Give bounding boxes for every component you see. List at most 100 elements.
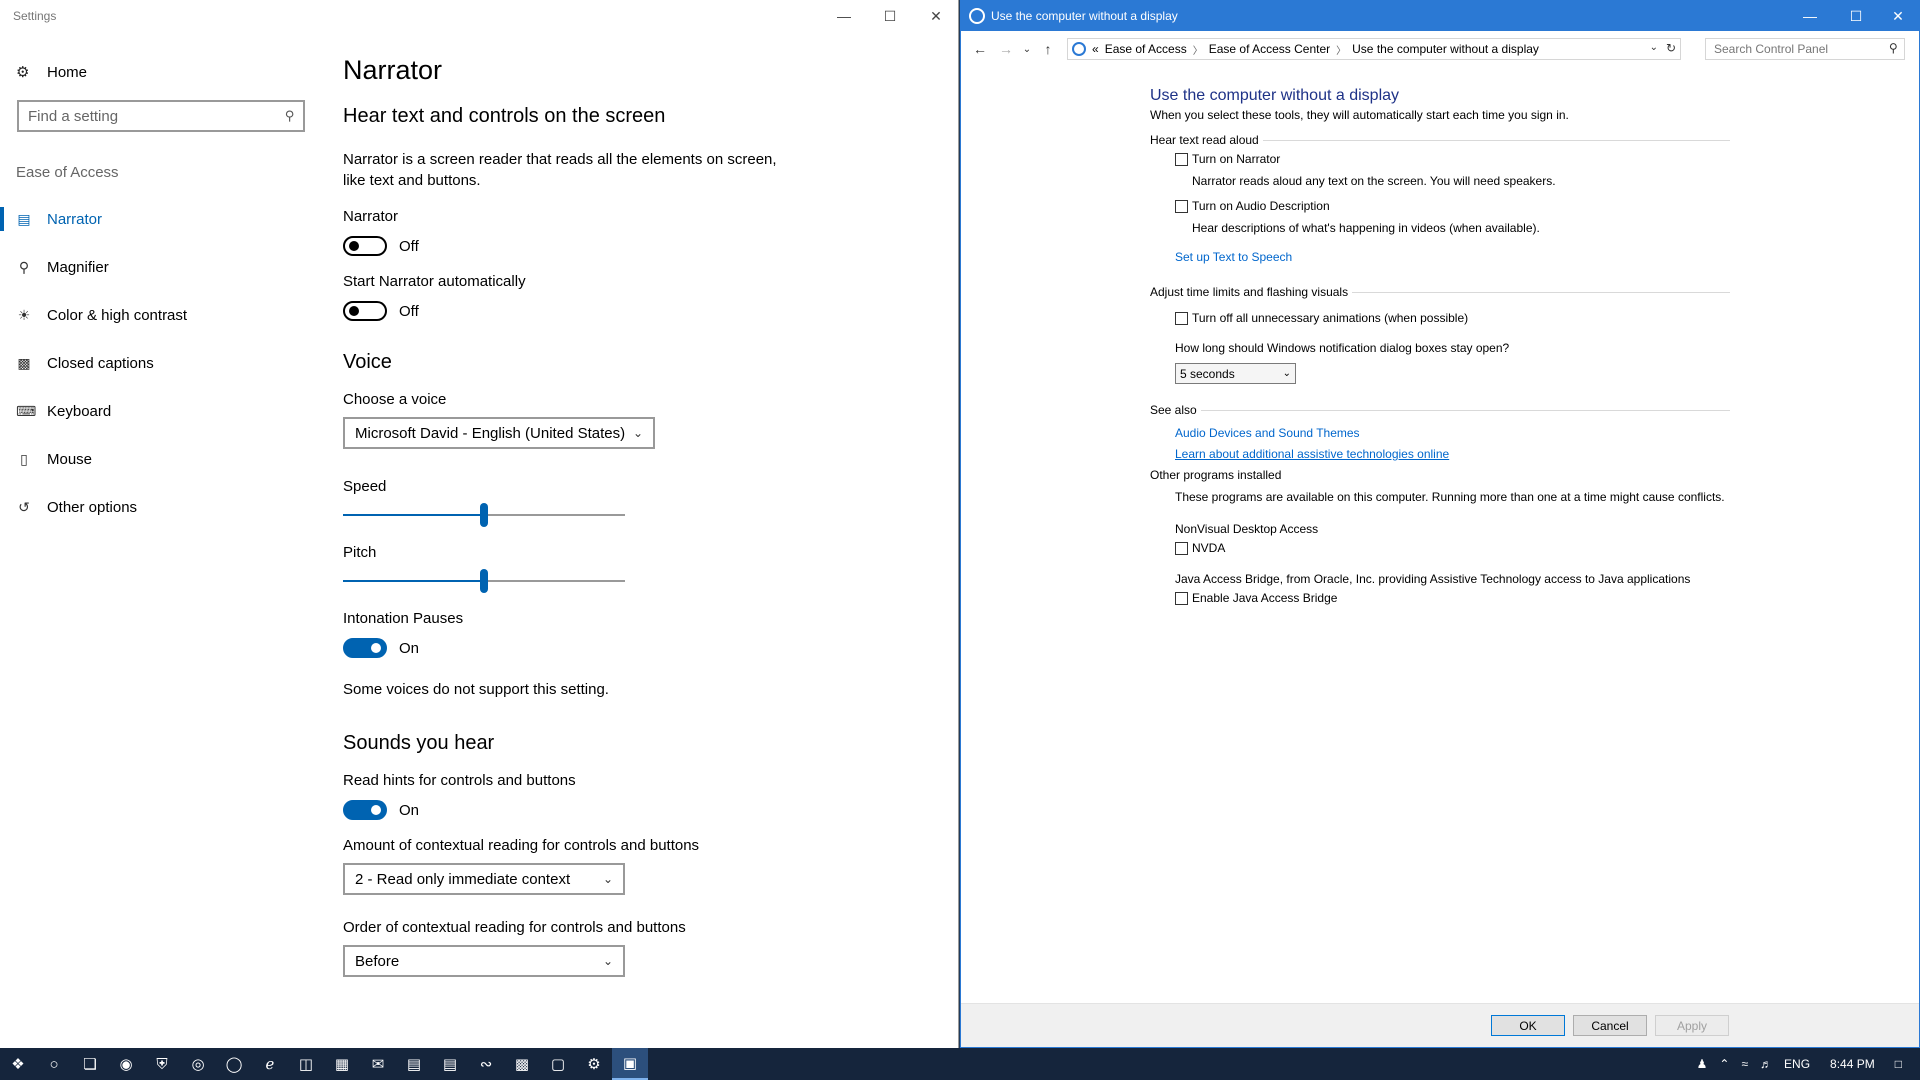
intonation-toggle[interactable] [343, 638, 387, 658]
audio-desc-checkbox-row[interactable]: Turn on Audio Description [1175, 199, 1730, 213]
intonation-label: Intonation Pauses [343, 610, 464, 627]
sidebar-item-magnifier[interactable]: ⚲ Magnifier [0, 243, 320, 291]
refresh-icon[interactable]: ↻ [1666, 41, 1676, 55]
context-order-select[interactable]: Before ⌄ [343, 945, 625, 977]
remote-desktop-icon[interactable]: ▢ [540, 1048, 576, 1080]
breadcrumb-item[interactable]: Ease of Access [1105, 42, 1187, 56]
divider [1200, 409, 1730, 411]
opera-icon[interactable]: ◯ [216, 1048, 252, 1080]
maximize-icon[interactable]: ☐ [1833, 1, 1879, 31]
recent-pages-chevron-icon[interactable]: ⌄ [1019, 44, 1035, 55]
search-control-panel-input[interactable]: Search Control Panel ⚲ [1705, 38, 1905, 60]
file-explorer-icon[interactable]: ◫ [288, 1048, 324, 1080]
forward-arrow-icon[interactable]: → [993, 41, 1019, 57]
slider-thumb[interactable] [480, 503, 488, 527]
audio-desc-checkbox[interactable] [1175, 199, 1188, 213]
narrator-checkbox-label[interactable]: Turn on Narrator [1192, 152, 1280, 166]
breadcrumb-item[interactable]: Ease of Access Center [1209, 42, 1330, 56]
search-placeholder: Search Control Panel [1714, 42, 1829, 56]
audio-desc-checkbox-label[interactable]: Turn on Audio Description [1192, 199, 1330, 213]
sidebar-item-other-options[interactable]: ↺ Other options [0, 483, 320, 531]
ok-button[interactable]: OK [1491, 1015, 1565, 1036]
chevron-right-icon[interactable]: 〉 [1193, 42, 1203, 57]
notification-duration-select[interactable]: 5 seconds ⌄ [1175, 363, 1296, 384]
language-indicator[interactable]: ENG [1778, 1057, 1816, 1071]
audio-devices-link[interactable]: Audio Devices and Sound Themes [1175, 426, 1730, 440]
network-tool-icon[interactable]: ▩ [504, 1048, 540, 1080]
sidebar-item-narrator[interactable]: ▤ Narrator [0, 195, 320, 243]
document-icon[interactable]: ▤ [432, 1048, 468, 1080]
animations-checkbox-label[interactable]: Turn off all unnecessary animations (whe… [1192, 311, 1468, 325]
minimize-icon[interactable]: — [1787, 1, 1833, 31]
context-amount-select[interactable]: 2 - Read only immediate context ⌄ [343, 863, 625, 895]
cancel-button[interactable]: Cancel [1573, 1015, 1647, 1036]
narrator-desc: Narrator reads aloud any text on the scr… [1192, 174, 1556, 188]
sidebar-item-color-high-contrast[interactable]: ☀ Color & high contrast [0, 291, 320, 339]
voice-select[interactable]: Microsoft David - English (United States… [343, 417, 655, 449]
wifi-icon[interactable]: ≈ [1735, 1057, 1754, 1071]
nvda-checkbox-label[interactable]: NVDA [1192, 541, 1225, 555]
settings-gear-icon[interactable]: ⚙ [576, 1048, 612, 1080]
people-icon[interactable]: ♟ [1691, 1057, 1714, 1071]
sidebar-item-mouse[interactable]: ▯ Mouse [0, 435, 320, 483]
read-hints-toggle[interactable] [343, 800, 387, 820]
notepad-icon[interactable]: ▤ [396, 1048, 432, 1080]
cortana-icon[interactable]: ○ [36, 1048, 72, 1080]
chevron-right-icon[interactable]: 〉 [1336, 42, 1346, 57]
task-view-icon[interactable]: ❏ [72, 1048, 108, 1080]
java-checkbox-row[interactable]: Enable Java Access Bridge [1175, 591, 1730, 605]
slider-thumb[interactable] [480, 569, 488, 593]
nav-home[interactable]: ⚙ Home [0, 50, 320, 94]
chrome-canary-icon[interactable]: ◉ [108, 1048, 144, 1080]
java-checkbox-label[interactable]: Enable Java Access Bridge [1192, 591, 1337, 605]
speed-label: Speed [343, 478, 387, 495]
action-center-icon[interactable]: □ [1889, 1057, 1920, 1071]
edge-icon[interactable]: ℯ [252, 1048, 288, 1080]
nav-section-title: Ease of Access [16, 164, 119, 181]
settings-titlebar: Settings — ☐ ✕ [0, 0, 958, 32]
sidebar-item-closed-captions[interactable]: ▩ Closed captions [0, 339, 320, 387]
clock[interactable]: 8:44 PM [1816, 1057, 1889, 1071]
narrator-toggle[interactable] [343, 236, 387, 256]
narrator-checkbox-row[interactable]: Turn on Narrator [1175, 152, 1730, 166]
chevron-up-icon[interactable]: ⌃ [1713, 1057, 1735, 1071]
chrome-icon[interactable]: ◎ [180, 1048, 216, 1080]
minimize-icon[interactable]: — [821, 0, 867, 32]
assistive-tech-link[interactable]: Learn about additional assistive technol… [1175, 447, 1730, 461]
narrator-checkbox[interactable] [1175, 152, 1188, 166]
search-icon[interactable]: ⚲ [285, 108, 295, 124]
volume-icon[interactable]: ♬ [1754, 1057, 1778, 1071]
nvda-checkbox[interactable] [1175, 541, 1188, 555]
store-icon[interactable]: ▦ [324, 1048, 360, 1080]
close-icon[interactable]: ✕ [1875, 1, 1920, 31]
java-checkbox[interactable] [1175, 591, 1188, 605]
up-arrow-icon[interactable]: ↑ [1035, 41, 1061, 57]
back-arrow-icon[interactable]: ← [967, 41, 993, 57]
close-icon[interactable]: ✕ [913, 0, 959, 32]
tts-link[interactable]: Set up Text to Speech [1175, 250, 1730, 264]
sidebar-item-keyboard[interactable]: ⌨ Keyboard [0, 387, 320, 435]
pitch-slider[interactable] [343, 569, 625, 593]
mail-icon[interactable]: ✉ [360, 1048, 396, 1080]
system-tray: ♟ ⌃ ≈ ♬ ENG 8:44 PM □ [1691, 1048, 1920, 1080]
apply-button[interactable]: Apply [1655, 1015, 1729, 1036]
find-setting-input[interactable]: Find a setting ⚲ [17, 100, 305, 132]
control-panel-taskbar-icon[interactable]: ▣ [612, 1048, 648, 1080]
speed-slider[interactable] [343, 503, 625, 527]
mouse-icon: ▯ [20, 450, 28, 467]
animations-checkbox[interactable] [1175, 311, 1188, 325]
rss-icon[interactable]: ∾ [468, 1048, 504, 1080]
search-icon[interactable]: ⚲ [1889, 41, 1898, 55]
gear-icon: ⚙ [16, 64, 30, 81]
autostart-toggle[interactable] [343, 301, 387, 321]
chevron-down-icon[interactable]: ⌄ [1650, 42, 1658, 53]
animations-checkbox-row[interactable]: Turn off all unnecessary animations (whe… [1175, 311, 1730, 325]
breadcrumb[interactable]: « Ease of Access 〉 Ease of Access Center… [1067, 38, 1681, 60]
maximize-icon[interactable]: ☐ [867, 0, 913, 32]
nvda-checkbox-row[interactable]: NVDA [1175, 541, 1730, 555]
cp-footer: OK Cancel Apply [961, 1003, 1919, 1047]
defender-shield-icon[interactable]: ⛨ [144, 1048, 180, 1080]
breadcrumb-item[interactable]: Use the computer without a display [1352, 42, 1539, 56]
windows-start-icon[interactable]: ❖ [0, 1048, 36, 1080]
narrator-icon: ▤ [17, 210, 31, 227]
